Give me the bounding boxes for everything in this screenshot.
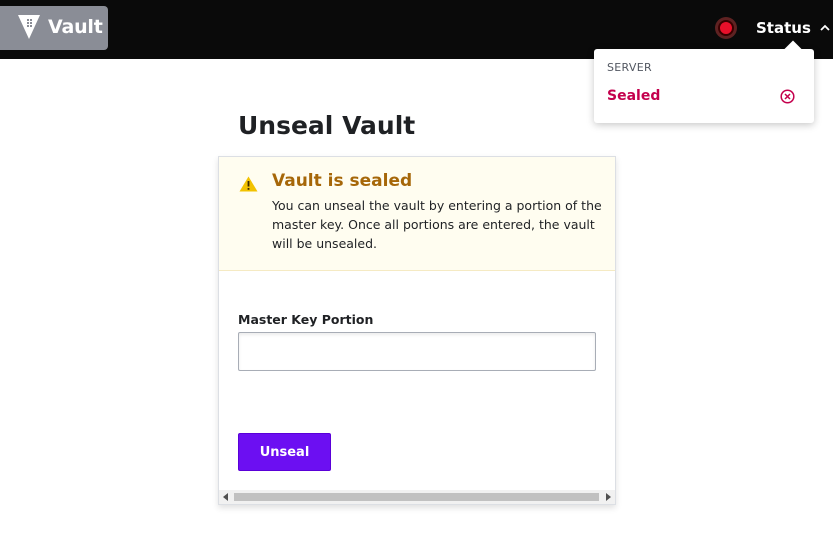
scrollbar-thumb[interactable] xyxy=(234,493,599,501)
scroll-left-arrow-icon[interactable] xyxy=(223,493,229,501)
server-status-text: Sealed xyxy=(607,88,661,104)
status-menu-toggle[interactable]: Status xyxy=(716,16,830,40)
alert-title: Vault is sealed xyxy=(272,171,413,191)
alert-body: You can unseal the vault by entering a p… xyxy=(272,198,602,251)
master-key-label: Master Key Portion xyxy=(238,312,374,327)
unseal-button[interactable]: Unseal xyxy=(238,433,331,471)
popover-heading: SERVER xyxy=(607,61,652,74)
page-title: Unseal Vault xyxy=(238,111,416,140)
x-circle-icon xyxy=(780,89,795,104)
vault-home-link[interactable]: Vault xyxy=(0,6,108,50)
scroll-right-arrow-icon[interactable] xyxy=(605,493,611,501)
sealed-alert: Vault is sealed You can unseal the vault… xyxy=(219,157,615,271)
logo-text: Vault xyxy=(48,16,103,38)
warning-triangle-icon xyxy=(239,176,258,192)
horizontal-scrollbar[interactable] xyxy=(219,490,615,504)
master-key-input[interactable] xyxy=(238,332,596,371)
vault-logo-icon xyxy=(18,15,40,39)
unseal-card: Vault is sealed You can unseal the vault… xyxy=(218,156,616,505)
status-popover: SERVER Sealed xyxy=(594,40,814,123)
chevron-up-icon xyxy=(820,24,830,31)
status-label: Status xyxy=(756,19,811,37)
status-dot-icon xyxy=(718,20,734,36)
